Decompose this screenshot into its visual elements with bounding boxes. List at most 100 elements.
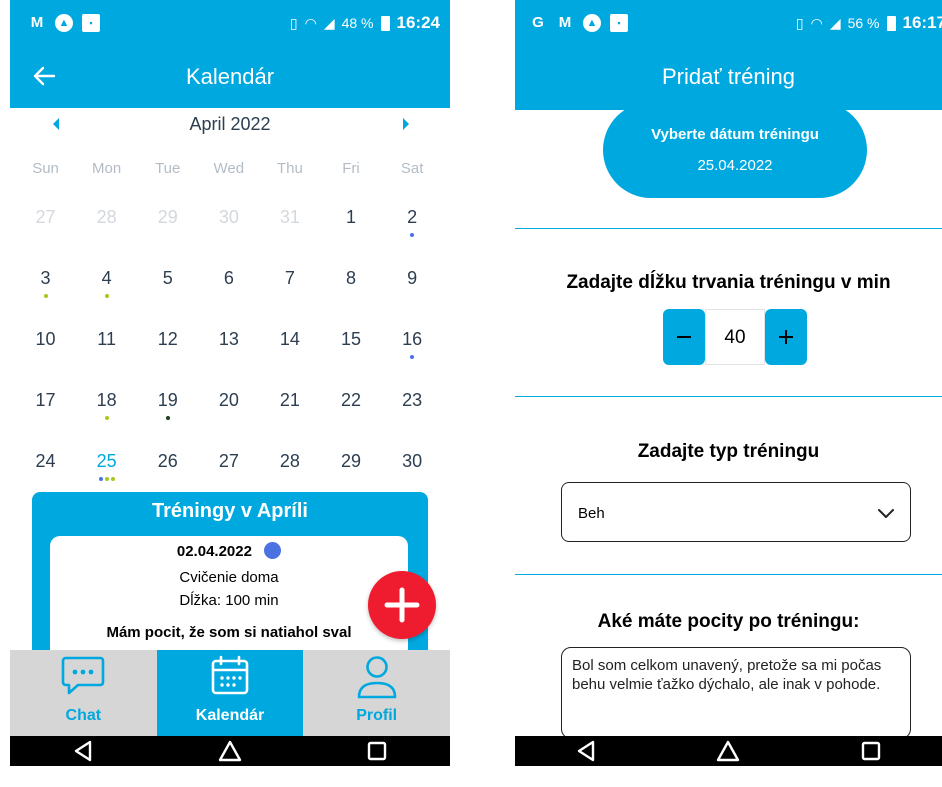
decrement-button[interactable] (663, 309, 705, 365)
calendar-day[interactable]: 19 (137, 376, 198, 437)
workout-duration: Dĺžka: 100 min (179, 592, 279, 609)
calendar-day[interactable]: 24 (15, 437, 76, 498)
calendar-grid: 27 28 29 30 31 1 2 3 4 5 6 7 8 9 10 11 12 13 14 15 16 17 18 19 2… (15, 193, 443, 498)
calendar-day[interactable]: 10 (15, 315, 76, 376)
day-number: 1 (346, 207, 357, 227)
day-number: 28 (279, 451, 300, 471)
day-number: 16 (402, 329, 423, 349)
calendar-icon (211, 655, 249, 695)
day-number: 28 (96, 207, 117, 227)
calendar-screen: M ▲ ▪ ▯ ◠ ◢ 48 % 16:24 Kalendár April 20… (10, 0, 450, 766)
calendar-day[interactable]: 22 (320, 376, 381, 437)
day-number: 31 (279, 207, 300, 227)
chevron-down-icon (876, 503, 896, 523)
calendar-day[interactable]: 21 (259, 376, 320, 437)
page-title: Pridať tréning (662, 64, 795, 89)
wifi-icon: ◠ (810, 14, 823, 31)
calendar-day[interactable]: 27 (198, 437, 259, 498)
calendar-day[interactable]: 1 (320, 193, 381, 254)
recents-icon[interactable] (364, 738, 390, 764)
calendar-day[interactable]: 13 (198, 315, 259, 376)
back-icon[interactable] (70, 738, 96, 764)
workout-type-value: Beh (578, 505, 605, 522)
day-number: 7 (284, 268, 295, 288)
calendar-day[interactable]: 28 (76, 193, 137, 254)
calendar-day[interactable]: 7 (259, 254, 320, 315)
calendar-day[interactable]: 18 (76, 376, 137, 437)
nav-calendar[interactable]: Kalendár (156, 650, 304, 736)
event-dots (382, 233, 443, 237)
weekday-label: Sun (32, 160, 59, 177)
day-number: 30 (218, 207, 239, 227)
event-dot (104, 416, 109, 420)
chat-icon (62, 656, 105, 695)
duration-value[interactable]: 40 (705, 309, 765, 365)
card-title: Tréningy v Apríli (152, 500, 308, 522)
day-number: 25 (96, 451, 117, 471)
day-number: 17 (35, 390, 56, 410)
caret-right-icon[interactable] (396, 114, 416, 134)
battery-percent: 48 % (341, 15, 374, 31)
calendar-day[interactable]: 12 (137, 315, 198, 376)
workout-type-select[interactable]: Beh (561, 482, 911, 542)
wifi-icon: ◠ (304, 14, 317, 31)
increment-button[interactable] (765, 309, 807, 365)
calendar-day[interactable]: 6 (198, 254, 259, 315)
calendar-day[interactable]: 30 (198, 193, 259, 254)
nav-chat[interactable]: Chat (10, 650, 157, 736)
app-bar: Pridať tréning (515, 48, 942, 110)
day-number: 23 (402, 390, 423, 410)
home-icon[interactable] (217, 738, 243, 764)
day-number: 3 (40, 268, 51, 288)
calendar-day[interactable]: 16 (382, 315, 443, 376)
status-time: 16:17 (902, 13, 942, 32)
calendar-day[interactable]: 2 (382, 193, 443, 254)
divider (515, 228, 942, 229)
calendar-day[interactable]: 15 (320, 315, 381, 376)
add-workout-button[interactable] (368, 571, 436, 639)
calendar-day[interactable]: 29 (320, 437, 381, 498)
calendar-day[interactable]: 28 (259, 437, 320, 498)
back-icon[interactable] (573, 738, 599, 764)
calendar-day[interactable]: 23 (382, 376, 443, 437)
calendar-day-selected[interactable]: 25 (76, 437, 137, 498)
add-workout-screen: G M ▲ ▪ ▯ ◠ ◢ 56 % 16:17 Pridať tréning … (515, 0, 942, 766)
signal-icon: ◢ (323, 14, 335, 31)
gmail-icon: M (30, 14, 44, 31)
calendar-day[interactable]: 30 (382, 437, 443, 498)
home-icon[interactable] (715, 738, 741, 764)
event-dot (98, 477, 103, 481)
recents-icon[interactable] (858, 738, 884, 764)
calendar-day[interactable]: 14 (259, 315, 320, 376)
calendar-day[interactable]: 20 (198, 376, 259, 437)
day-number: 10 (35, 329, 56, 349)
day-number: 6 (223, 268, 234, 288)
gmail-icon: M (558, 14, 572, 31)
divider (515, 574, 942, 575)
day-number: 29 (341, 451, 362, 471)
calendar-day[interactable]: 11 (76, 315, 137, 376)
nav-profile[interactable]: Profil (303, 650, 450, 736)
calendar-day[interactable]: 29 (137, 193, 198, 254)
calendar-week: 27 28 29 30 31 1 2 (15, 193, 443, 254)
date-picker-value: 25.04.2022 (697, 157, 773, 174)
calendar-day[interactable]: 3 (15, 254, 76, 315)
weekday-label: Sat (400, 160, 424, 177)
feelings-textarea[interactable]: Bol som celkom unavený, pretože sa mi po… (561, 647, 911, 739)
workout-type: Cvičenie doma (179, 569, 279, 586)
calendar-day[interactable]: 4 (76, 254, 137, 315)
calendar-day[interactable]: 26 (137, 437, 198, 498)
calendar-day[interactable]: 5 (137, 254, 198, 315)
calendar-day[interactable]: 27 (15, 193, 76, 254)
event-dots (76, 294, 137, 298)
date-picker-label: Vyberte dátum tréningu (651, 126, 819, 143)
page-title: Kalendár (185, 64, 275, 89)
calendar-day[interactable]: 17 (15, 376, 76, 437)
calendar-day[interactable]: 31 (259, 193, 320, 254)
divider (515, 396, 942, 397)
date-picker-button[interactable]: Vyberte dátum tréningu 25.04.2022 (603, 102, 867, 198)
calendar-day[interactable]: 9 (382, 254, 443, 315)
calendar-day[interactable]: 8 (320, 254, 381, 315)
weekday-row: Sun Mon Tue Wed Thu Fri Sat (15, 160, 443, 177)
day-number: 2 (407, 207, 418, 227)
